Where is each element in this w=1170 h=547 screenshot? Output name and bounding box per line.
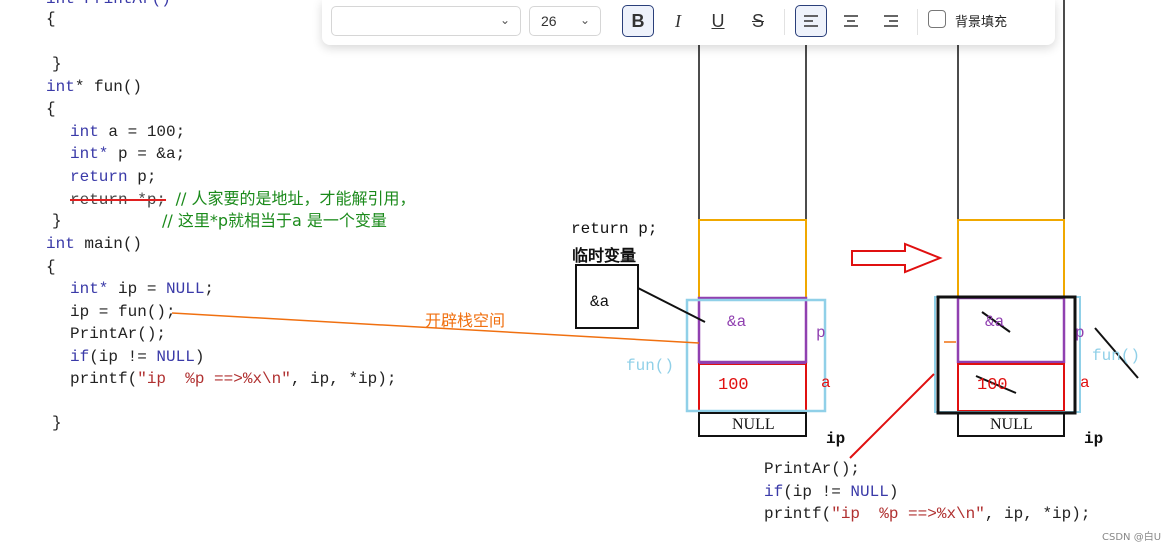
align-left-button[interactable] bbox=[795, 5, 827, 37]
toolbar-divider bbox=[917, 9, 918, 35]
italic-button[interactable]: I bbox=[662, 5, 694, 37]
pointer-line bbox=[637, 287, 706, 323]
code-text: , ip, *ip); bbox=[984, 505, 1091, 523]
align-center-icon bbox=[844, 15, 858, 27]
stack-cell-a bbox=[957, 363, 1065, 412]
temp-box-value: &a bbox=[590, 293, 610, 311]
code-text: printf( bbox=[764, 505, 832, 523]
background-fill-checkbox[interactable] bbox=[928, 10, 946, 28]
label-ip: ip bbox=[826, 430, 846, 448]
cell-p-value: &a bbox=[727, 313, 747, 331]
stack-frame-orange bbox=[698, 219, 807, 299]
bottom-if-line: if(ip != NULL) bbox=[764, 481, 898, 503]
stack-cell-p bbox=[956, 296, 1066, 364]
divider bbox=[699, 362, 806, 364]
right-fun-label: fun() bbox=[1092, 347, 1141, 365]
label-p: p bbox=[816, 324, 826, 342]
code-string: "ip %p ==>%x\n" bbox=[831, 505, 985, 523]
right-cell-a-value: 100 bbox=[977, 376, 1008, 395]
bottom-printar-line: PrintAr(); bbox=[764, 458, 860, 480]
open-stack-label: 开辟栈空间 bbox=[425, 311, 506, 330]
stack-cell-a bbox=[698, 363, 807, 412]
bottom-printf-line: printf("ip %p ==>%x\n", ip, *ip); bbox=[764, 503, 1090, 525]
stack-cell-p bbox=[697, 296, 808, 364]
null-cell-text: NULL bbox=[732, 416, 775, 433]
return-label: return p; bbox=[571, 220, 658, 238]
code-keyword: if bbox=[764, 483, 784, 501]
code-text: (ip != bbox=[783, 483, 851, 501]
code-keyword: NULL bbox=[850, 483, 889, 501]
watermark: CSDN @白U bbox=[1102, 532, 1162, 543]
bold-button[interactable]: B bbox=[622, 5, 654, 37]
align-left-icon bbox=[804, 15, 818, 27]
right-label-a: a bbox=[1080, 374, 1090, 392]
chevron-down-icon: ⌄ bbox=[499, 13, 510, 27]
label-a: a bbox=[821, 374, 831, 392]
font-family-select[interactable]: ⌄ bbox=[331, 6, 521, 36]
underline-button[interactable]: U bbox=[702, 5, 734, 37]
font-size-select[interactable]: 26 ⌄ bbox=[529, 6, 601, 36]
printar-connector-line bbox=[849, 373, 935, 459]
toolbar-divider bbox=[784, 9, 785, 35]
fun-label: fun() bbox=[626, 357, 675, 375]
strikethrough-button[interactable]: S bbox=[742, 5, 774, 37]
text-format-toolbar: ⌄ 26 ⌄ B I U S 背景填充 bbox=[322, 0, 1055, 45]
align-right-button[interactable] bbox=[875, 5, 907, 37]
stack-frame-orange bbox=[957, 219, 1065, 299]
chevron-down-icon: ⌄ bbox=[579, 13, 590, 27]
right-label-p: p bbox=[1075, 324, 1085, 342]
code-text: ) bbox=[888, 483, 899, 501]
fun-frame-box bbox=[685, 298, 827, 413]
stack-diagram bbox=[171, 0, 1139, 459]
right-label-ip: ip bbox=[1084, 430, 1104, 448]
right-cell-p-value: &a bbox=[985, 313, 1005, 331]
align-right-icon bbox=[884, 15, 898, 27]
cell-a-value: 100 bbox=[718, 376, 749, 395]
align-center-button[interactable] bbox=[835, 5, 867, 37]
code-text: PrintAr(); bbox=[764, 460, 861, 478]
right-null-cell-text: NULL bbox=[990, 416, 1033, 433]
font-size-value: 26 bbox=[541, 13, 557, 29]
temp-var-label: 临时变量 bbox=[572, 246, 637, 265]
background-fill-label: 背景填充 bbox=[955, 15, 1008, 30]
transition-arrow bbox=[851, 242, 943, 274]
